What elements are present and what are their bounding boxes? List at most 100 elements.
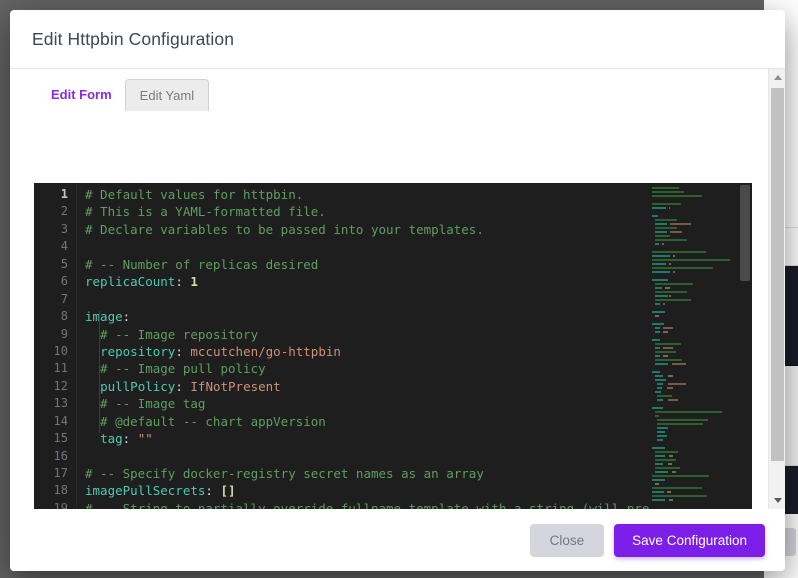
line-number: 18 [53, 483, 68, 498]
minimap-line [650, 303, 738, 306]
edit-configuration-modal: Edit Httpbin Configuration Edit Form Edi… [10, 10, 785, 571]
modal-title: Edit Httpbin Configuration [32, 28, 235, 49]
minimap-line [650, 239, 738, 242]
minimap-line [650, 347, 738, 350]
line-number: 14 [53, 413, 68, 428]
minimap-line [650, 359, 738, 362]
minimap-line [650, 207, 738, 210]
line-number: 19 [53, 500, 68, 509]
minimap-line [650, 267, 738, 270]
minimap-line [650, 331, 738, 334]
minimap-line [650, 307, 738, 310]
minimap-line [650, 335, 738, 338]
minimap-line [650, 407, 738, 410]
minimap-line [650, 439, 738, 442]
minimap-line [650, 251, 738, 254]
minimap-line [650, 395, 738, 398]
minimap-line [650, 375, 738, 378]
minimap-line [650, 263, 738, 266]
minimap-line [650, 499, 738, 502]
minimap-line [650, 355, 738, 358]
line-number: 2 [60, 204, 68, 219]
minimap-line [650, 271, 738, 274]
yaml-code-editor[interactable]: 123456789101112131415161718192021222324 … [34, 183, 752, 509]
save-configuration-button[interactable]: Save Configuration [614, 524, 765, 557]
minimap-line [650, 455, 738, 458]
minimap-line [650, 451, 738, 454]
minimap-line [650, 295, 738, 298]
minimap-line [650, 479, 738, 482]
minimap-line [650, 203, 738, 206]
minimap-line [650, 475, 738, 478]
line-number: 12 [53, 378, 68, 393]
scroll-down-arrow-icon[interactable] [769, 492, 785, 509]
modal-scrollbar-thumb[interactable] [771, 88, 784, 461]
minimap-line [650, 287, 738, 290]
line-number: 15 [53, 431, 68, 446]
minimap-line [650, 283, 738, 286]
minimap-line [650, 187, 738, 190]
minimap-line [650, 323, 738, 326]
tab-edit-yaml[interactable]: Edit Yaml [124, 79, 210, 111]
close-button[interactable]: Close [529, 524, 605, 557]
line-number: 6 [60, 274, 68, 289]
minimap-line [650, 371, 738, 374]
modal-body-scrollbar[interactable] [768, 69, 785, 509]
minimap-line [650, 495, 738, 498]
minimap-line [650, 411, 738, 414]
minimap-line [650, 219, 738, 222]
minimap-line [650, 363, 738, 366]
line-number: 8 [60, 309, 68, 324]
scroll-up-arrow-icon[interactable] [769, 69, 785, 86]
minimap-line [650, 419, 738, 422]
minimap-line [650, 199, 738, 202]
minimap-line [650, 391, 738, 394]
minimap-line [650, 235, 738, 238]
indent-guide [99, 311, 100, 433]
minimap-line [650, 279, 738, 282]
minimap-line [650, 459, 738, 462]
line-number: 16 [53, 448, 68, 463]
minimap-line [650, 415, 738, 418]
minimap-line [650, 367, 738, 370]
minimap-line [650, 487, 738, 490]
minimap-line [650, 379, 738, 382]
minimap-line [650, 431, 738, 434]
tab-edit-form[interactable]: Edit Form [40, 78, 123, 111]
minimap-line [650, 427, 738, 430]
editor-scrollbar-thumb[interactable] [740, 185, 750, 281]
minimap-line [650, 447, 738, 450]
line-number: 3 [60, 221, 68, 236]
minimap-line [650, 443, 738, 446]
minimap-line [650, 343, 738, 346]
line-number: 1 [60, 187, 68, 201]
minimap-line [650, 215, 738, 218]
minimap-line [650, 243, 738, 246]
minimap-line [650, 223, 738, 226]
minimap-line [650, 339, 738, 342]
minimap-line [650, 247, 738, 250]
minimap-line [650, 255, 738, 258]
minimap-line [650, 299, 738, 302]
modal-header: Edit Httpbin Configuration [10, 10, 785, 69]
minimap-line [650, 327, 738, 330]
minimap-line [650, 259, 738, 262]
minimap-line [650, 319, 738, 322]
minimap-line [650, 227, 738, 230]
minimap-line [650, 467, 738, 470]
editor-vertical-scrollbar[interactable] [738, 183, 752, 509]
modal-footer: Close Save Configuration [10, 509, 785, 571]
minimap-line [650, 275, 738, 278]
line-number: 11 [53, 361, 68, 376]
editor-minimap[interactable] [650, 183, 738, 509]
minimap-line [650, 399, 738, 402]
minimap-line [650, 471, 738, 474]
tab-bar: Edit Form Edit Yaml [10, 69, 785, 111]
minimap-line [650, 423, 738, 426]
line-number: 17 [53, 466, 68, 480]
line-number: 9 [60, 326, 68, 341]
minimap-line [650, 191, 738, 194]
minimap-line [650, 483, 738, 486]
minimap-line [650, 231, 738, 234]
minimap-line [650, 315, 738, 318]
